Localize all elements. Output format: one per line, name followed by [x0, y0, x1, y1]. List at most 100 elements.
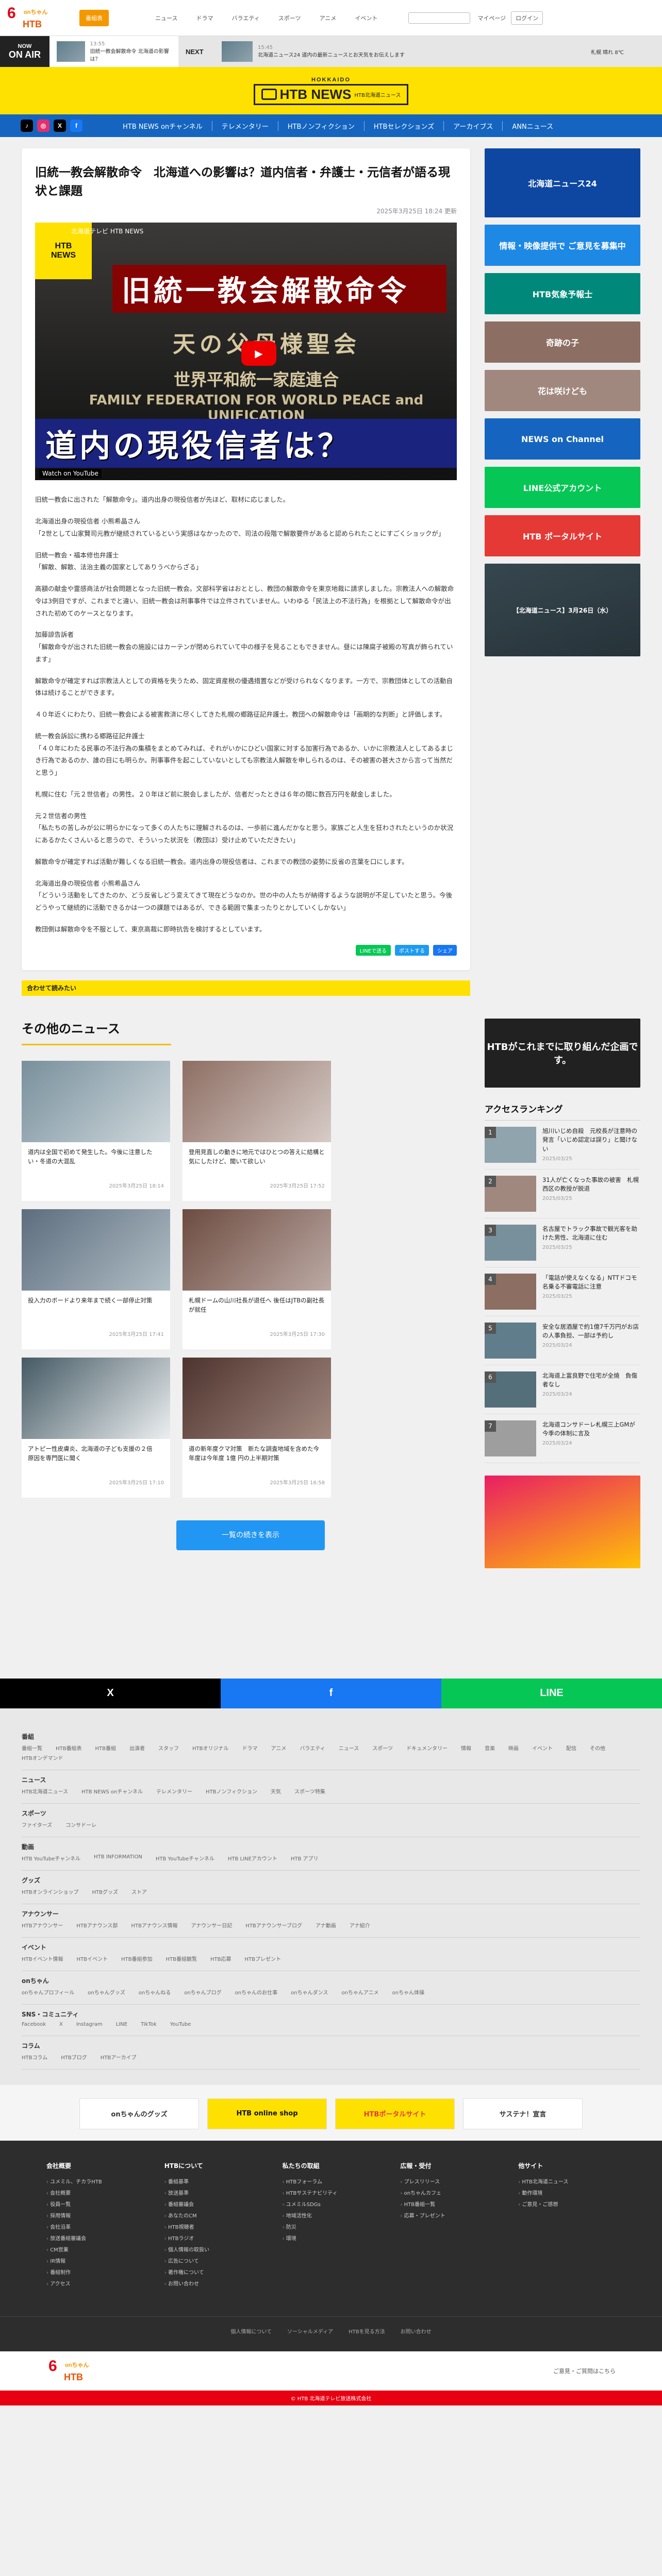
promo-banner[interactable]: サステナ！宣言 [463, 2098, 583, 2129]
footer-link[interactable]: HTB視聴者 [164, 2223, 262, 2230]
tiktok-icon[interactable]: ♪ [21, 120, 33, 132]
sitemap-link[interactable]: 音楽 [485, 1744, 495, 1752]
promo-banner[interactable]: HTBポータルサイト [335, 2098, 455, 2129]
sitemap-link[interactable]: TikTok [141, 2022, 157, 2027]
sitemap-link[interactable]: HTBブログ [61, 2053, 87, 2061]
sitemap-link[interactable]: HTB番組表 [56, 1744, 82, 1752]
promo-banner[interactable]: HTB online shop [207, 2098, 327, 2129]
footer-link[interactable]: 会社概要 [46, 2189, 144, 2196]
footer-link[interactable]: 会社沿革 [46, 2223, 144, 2230]
htb-news-logo[interactable]: HOKKAIDO HTB NEWS HTB北海道ニュース [253, 77, 409, 105]
sitemap-link[interactable]: HTBイベント情報 [22, 1955, 63, 1962]
sitemap-link[interactable]: 配信 [566, 1744, 576, 1752]
footer-link[interactable]: HTBサステナビリティ [283, 2189, 380, 2196]
sitemap-link[interactable]: HTB LINEアカウント [228, 1854, 277, 1862]
footer-link[interactable]: 応募・プレゼント [400, 2211, 498, 2219]
line-share-footer-button[interactable]: LINE [441, 1678, 662, 1708]
footer-link[interactable]: 環境 [283, 2234, 380, 2242]
htb-logo[interactable]: 6 onちゃん HTB [5, 4, 66, 32]
search-input[interactable] [408, 12, 471, 24]
sitemap-link[interactable]: コンサドーレ [65, 1821, 96, 1828]
footer-link[interactable]: 番組審議会 [164, 2200, 262, 2208]
sitemap-link[interactable]: HTB番組 [95, 1744, 117, 1752]
cat-tab[interactable]: テレメンタリー [211, 121, 278, 131]
footer-link[interactable]: プレスリリース [400, 2177, 498, 2185]
play-icon[interactable]: ▶ [241, 341, 276, 366]
sitemap-link[interactable]: スポーツ [372, 1744, 393, 1752]
sitemap-link[interactable]: テレメンタリー [156, 1787, 192, 1795]
footer-link[interactable]: 防災 [283, 2223, 380, 2230]
nav-item[interactable]: ニュース [155, 14, 177, 22]
footer-link[interactable]: ご意見・ご感想 [518, 2200, 616, 2208]
nav-item[interactable]: スポーツ [278, 14, 301, 22]
footer-link[interactable]: お問い合わせ [401, 2327, 432, 2335]
htb-projects-banner[interactable]: HTBがこれまでに取り組んだ企画です。 [485, 1018, 640, 1088]
footer-link[interactable]: HTBを見る方法 [349, 2327, 385, 2335]
sitemap-link[interactable]: 出演者 [129, 1744, 145, 1752]
sitemap-link[interactable]: HTBプレゼント [245, 1955, 282, 1962]
ranking-item[interactable]: 5 安全な居酒屋で約1億7千万円がお店の人事負担、一部は予約し 2025/03/2… [485, 1316, 640, 1365]
footer-link[interactable]: アクセス [46, 2279, 144, 2287]
sitemap-heading[interactable]: 動画 [22, 1842, 640, 1851]
footer-link[interactable]: ユメミル、チカラHTB [46, 2177, 144, 2185]
sitemap-link[interactable]: ドキュメンタリー [406, 1744, 448, 1752]
sitemap-link[interactable]: onちゃんプロフィール [22, 1988, 74, 1996]
ranking-item[interactable]: 7 北海道コンサドーレ札幌三上GMが今季の体制に言及 2025/03/24 [485, 1414, 640, 1463]
sitemap-heading[interactable]: コラム [22, 2041, 640, 2050]
footer-link[interactable]: HTBフォーラム [283, 2177, 380, 2185]
sitemap-link[interactable]: HTBアーカイブ [101, 2053, 137, 2061]
facebook-share-footer-button[interactable]: f [221, 1678, 441, 1708]
promo-video-banner[interactable] [485, 1475, 640, 1568]
sitemap-link[interactable]: ドラマ [242, 1744, 258, 1752]
footer-link[interactable]: CM営業 [46, 2245, 144, 2253]
sitemap-link[interactable]: HTB応募 [210, 1955, 231, 1962]
footer-link[interactable]: 放送基準 [164, 2189, 262, 2196]
sitemap-link[interactable]: HTB YouTubeチャンネル [156, 1854, 214, 1862]
footer-link[interactable]: 個人情報について [230, 2327, 272, 2335]
x-share-footer-button[interactable]: X [0, 1678, 221, 1708]
footer-link[interactable]: onちゃんカフェ [400, 2189, 498, 2196]
x-icon[interactable]: X [54, 120, 66, 132]
footer-contact-link[interactable]: ご意見・ご質問はこちら [553, 2367, 616, 2375]
sidebar-banner-flowers[interactable]: 花は咲けども [485, 370, 640, 411]
footer-link[interactable]: 番組基準 [164, 2177, 262, 2185]
sitemap-link[interactable]: スポーツ特集 [294, 1787, 325, 1795]
footer-link[interactable]: 動作環境 [518, 2189, 616, 2196]
sitemap-link[interactable]: HTB INFORMATION [94, 1854, 142, 1862]
sitemap-link[interactable]: HTBオンデマンド [22, 1754, 63, 1761]
sitemap-heading[interactable]: グッズ [22, 1876, 640, 1885]
nav-item[interactable]: イベント [355, 14, 377, 22]
related-reading-bar[interactable]: 合わせて読みたい [22, 980, 470, 996]
footer-link[interactable]: HTB番組一覧 [400, 2200, 498, 2208]
footer-link[interactable]: IR情報 [46, 2257, 144, 2264]
sitemap-link[interactable]: アニメ [271, 1744, 287, 1752]
login-button[interactable]: ログイン [511, 11, 543, 25]
sitemap-link[interactable]: 番組一覧 [22, 1744, 42, 1752]
sidebar-banner-miracle[interactable]: 奇跡の子 [485, 321, 640, 363]
sitemap-link[interactable]: ファイターズ [22, 1821, 52, 1828]
sitemap-link[interactable]: HTBオンラインショップ [22, 1888, 79, 1895]
sitemap-link[interactable]: HTBノンフィクション [206, 1787, 257, 1795]
sitemap-link[interactable]: ニュース [339, 1744, 359, 1752]
footer-link[interactable]: お問い合わせ [164, 2279, 262, 2287]
footer-link[interactable]: ユメミルSDGs [283, 2200, 380, 2208]
show-more-button[interactable]: 一覧の続きを表示 [176, 1520, 325, 1550]
sitemap-heading[interactable]: 番組 [22, 1732, 640, 1741]
onair-now[interactable]: 13:55 旧統一教会解散命令 北海道の影響は？ [49, 36, 178, 67]
footer-link[interactable]: 採用情報 [46, 2211, 144, 2219]
facebook-icon[interactable]: f [70, 120, 82, 132]
footer-link[interactable]: 番組制作 [46, 2268, 144, 2276]
sitemap-heading[interactable]: SNS・コミュニティ [22, 2010, 640, 2019]
footer-htb-logo[interactable]: 6 onちゃん HTB [46, 2357, 107, 2385]
line-share-button[interactable]: LINEで送る [355, 944, 391, 956]
sitemap-link[interactable]: HTBアナウンス情報 [131, 1921, 177, 1929]
sidebar-banner-line[interactable]: LINE公式アカウント [485, 467, 640, 508]
sitemap-heading[interactable]: アナウンサー [22, 1909, 640, 1918]
sitemap-link[interactable]: HTB YouTubeチャンネル [22, 1854, 80, 1862]
sitemap-link[interactable]: HTB番組参加 [121, 1955, 153, 1962]
sitemap-link[interactable]: onちゃんグッズ [88, 1988, 125, 1996]
news-card[interactable]: 札幌ドームの山川社長が退任へ 後任はJTBの副社長が就任 2025年3月25日 … [183, 1209, 331, 1349]
sitemap-link[interactable]: その他 [590, 1744, 605, 1752]
sitemap-link[interactable]: Facebook [22, 2022, 46, 2027]
cat-tab[interactable]: HTBノンフィクション [277, 121, 364, 131]
